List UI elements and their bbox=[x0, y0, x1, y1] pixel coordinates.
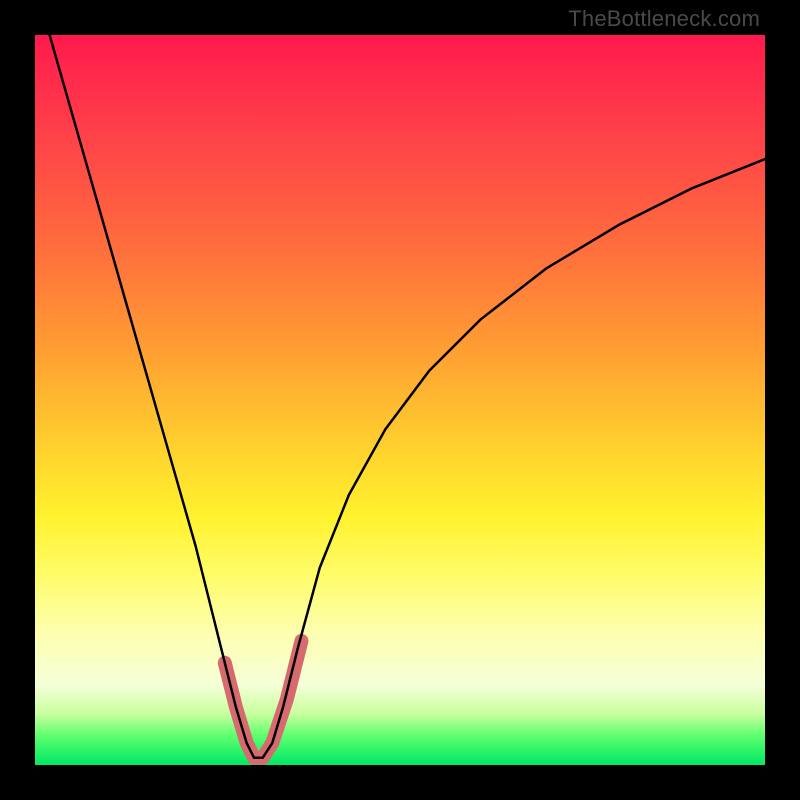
watermark-label: TheBottleneck.com bbox=[568, 6, 760, 32]
chart-svg bbox=[35, 35, 765, 765]
red-accent-segment bbox=[225, 641, 302, 758]
chart-container: TheBottleneck.com bbox=[0, 0, 800, 800]
plot-area bbox=[35, 35, 765, 765]
black-curve bbox=[50, 35, 765, 758]
